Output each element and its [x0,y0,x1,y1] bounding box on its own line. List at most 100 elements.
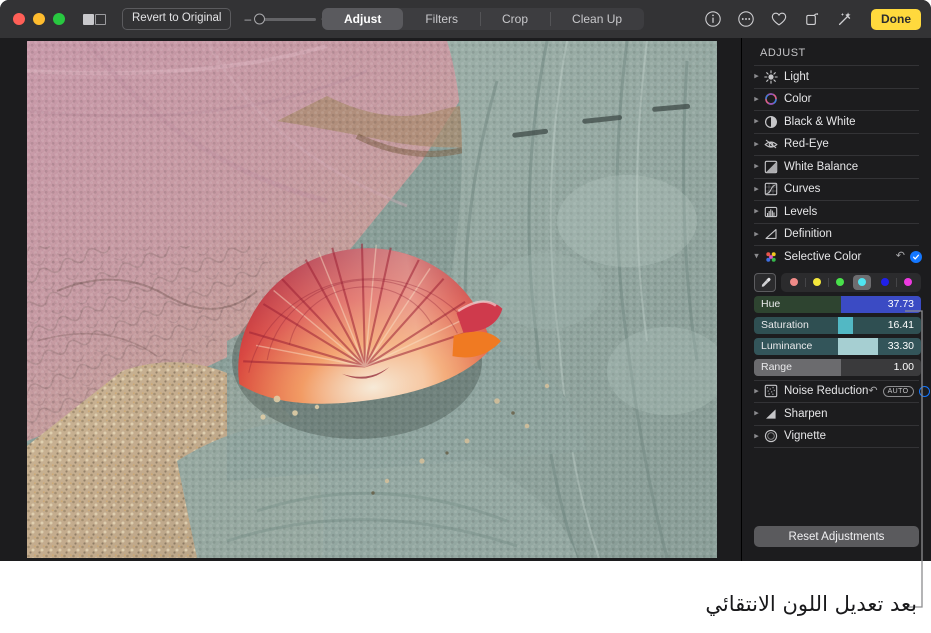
swatch-dot [790,278,799,286]
tab-clean-up[interactable]: Clean Up [550,8,644,30]
row-extras: ↶ [896,250,931,263]
window-controls [13,13,65,25]
slider-fill [837,316,853,334]
sidebar-item-label: Light [784,70,809,83]
reset-arrow-icon[interactable]: ↶ [868,385,877,397]
zoom-out-icon[interactable]: – [244,13,251,25]
slider-value: 16.41 [887,319,914,331]
sidebar-item-white-balance[interactable]: ▸ White Balance [742,156,931,178]
chevron-right-icon[interactable]: ▸ [752,386,761,395]
swatch-yellow[interactable] [805,275,826,290]
more-options-icon[interactable] [737,10,755,28]
sidebar-item-color[interactable]: ▸ Color [742,89,931,111]
reset-arrow-icon[interactable]: ↶ [896,251,905,262]
noise-reduction-toggle[interactable] [918,385,930,397]
tab-crop[interactable]: Crop [480,8,550,30]
slider-saturation[interactable]: Saturation 16.41 [754,316,921,334]
zoom-button[interactable] [53,13,65,25]
definition-icon [764,227,778,241]
swatch-dot [812,278,821,286]
minimize-button[interactable] [33,13,45,25]
brightness-icon [764,70,778,84]
photo-image[interactable] [27,41,717,558]
chevron-right-icon[interactable]: ▸ [752,408,761,418]
divider [754,447,919,448]
rotate-icon[interactable] [803,10,821,28]
swatch-magenta[interactable] [896,275,917,290]
info-icon[interactable] [704,10,722,28]
chevron-right-icon[interactable]: ▸ [752,139,761,148]
caption-text: بعد تعديل اللون الانتقائي [705,592,917,616]
reset-adjustments-button[interactable]: Reset Adjustments [754,526,919,547]
close-button[interactable] [13,13,25,25]
swatch-green[interactable] [828,275,849,290]
sidebar-item-curves[interactable]: ▸ Curves [742,179,931,201]
chevron-right-icon[interactable]: ▸ [752,71,761,81]
sidebar-item-label: Definition [784,228,832,241]
sidebar-item-noise-reduction[interactable]: ▸ Noise Reduction ↶ AUTO [742,381,931,403]
contrast-icon [764,115,778,129]
slider-value: 33.30 [887,340,914,352]
auto-enhance-icon[interactable] [836,10,854,28]
sidebar-item-label: Black & White [784,115,856,128]
curves-icon [764,182,778,196]
slider-hue[interactable]: Hue 37.73 [754,295,921,313]
swatch-dot [858,278,867,286]
done-button[interactable]: Done [871,8,921,30]
zoom-slider[interactable]: – + [244,13,328,25]
favorite-icon[interactable] [770,10,788,28]
chevron-right-icon[interactable]: ▸ [752,229,761,238]
photo-canvas [0,38,741,561]
mode-tabs: Adjust Filters Crop Clean Up [322,8,645,30]
slider-label: Luminance [761,340,813,352]
photo-artwork [27,41,717,558]
slider-luminance[interactable]: Luminance 33.30 [754,337,921,355]
color-swatches [781,272,921,292]
sidebar-item-black-and-white[interactable]: ▸ Black & White [742,111,931,133]
sidebar-item-label: Noise Reduction [784,385,869,398]
sidebar-item-label: Red-Eye [784,138,829,151]
sidebar-item-vignette[interactable]: ▸ Vignette [742,426,931,448]
chevron-right-icon[interactable]: ▸ [752,116,761,126]
auto-badge[interactable]: AUTO [882,385,914,397]
row-extras: ↶ AUTO [868,385,931,397]
slider-range[interactable]: Range 1.00 [754,358,921,376]
split-view-toggle[interactable] [83,13,106,25]
toolbar-actions: Done [704,0,921,38]
swatch-red[interactable] [785,275,803,290]
sidebar-item-definition[interactable]: ▸ Definition [742,224,931,246]
chevron-right-icon[interactable]: ▸ [752,431,761,440]
sidebar-item-levels[interactable]: ▸ Levels [742,201,931,223]
swatch-blue[interactable] [876,275,894,290]
sidebar-item-label: Vignette [784,430,826,443]
slider-label: Range [761,361,792,373]
sidebar-item-sharpen[interactable]: ▸ Sharpen [742,403,931,425]
swatch-dot [880,278,889,286]
chevron-right-icon[interactable]: ▸ [752,184,761,193]
sidebar-item-label: Curves [784,183,821,196]
swatch-dot [903,278,912,286]
sidebar-item-label: Levels [784,205,818,218]
chevron-down-icon[interactable]: ▾ [752,251,761,261]
chevron-right-icon[interactable]: ▸ [752,161,761,171]
zoom-slider-track[interactable] [254,13,317,25]
sidebar-item-light[interactable]: ▸ Light [742,66,931,88]
toolbar: Revert to Original – + Adjust Filters Cr… [0,0,931,38]
chevron-right-icon[interactable]: ▸ [752,94,761,103]
zoom-slider-knob[interactable] [254,13,266,25]
tab-filters[interactable]: Filters [403,8,480,30]
tab-adjust[interactable]: Adjust [322,8,404,30]
sharpen-icon [764,407,778,421]
revert-to-original-button[interactable]: Revert to Original [122,8,232,30]
selective-color-enabled-toggle[interactable] [910,250,922,263]
slider-label: Saturation [761,319,809,331]
slider-value: 1.00 [893,361,914,373]
sidebar-item-selective-color[interactable]: ▾ Selective Color ↶ [742,246,931,268]
slider-label: Hue [761,298,781,310]
selective-color-icon [764,250,778,264]
eyedropper-button[interactable] [754,272,776,292]
sidebar-item-red-eye[interactable]: ▸ Red-Eye [742,134,931,156]
color-wheel-icon [764,92,778,106]
chevron-right-icon[interactable]: ▸ [752,206,761,216]
swatch-cyan[interactable] [853,274,872,290]
